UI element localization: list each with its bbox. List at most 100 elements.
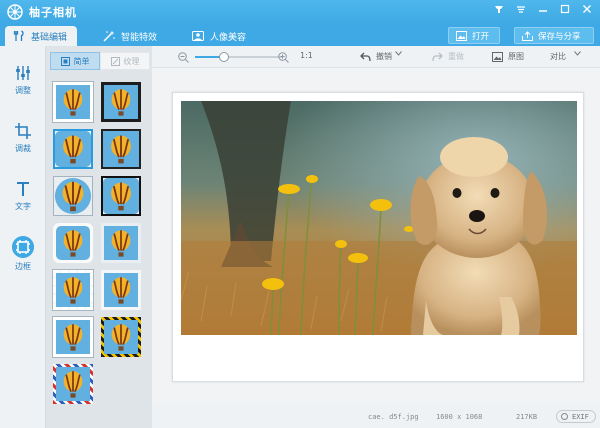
portrait-icon (192, 30, 204, 42)
frame-thumb-polaroid[interactable] (52, 316, 94, 358)
original-button[interactable]: 原图 (492, 51, 524, 62)
balloon-preview (54, 177, 92, 215)
chevron-down-icon (574, 51, 581, 56)
compare-button[interactable]: 对比 (550, 51, 566, 62)
save-share-icon (522, 30, 533, 41)
compare-label: 对比 (550, 52, 566, 61)
tab-portrait-beauty[interactable]: 人像美容 (192, 26, 246, 46)
edited-photo[interactable] (181, 101, 577, 335)
balloon-preview (104, 226, 138, 260)
compare-dropdown[interactable] (574, 51, 581, 56)
tab-label: 纹理 (123, 56, 140, 66)
tab-texture-frames[interactable]: 纹理 (100, 52, 150, 70)
zoom-out-icon[interactable] (178, 52, 189, 63)
status-filesize: 217KB (516, 413, 538, 421)
tab-label: 基础编辑 (31, 32, 68, 43)
open-button[interactable]: 打开 (448, 27, 500, 44)
tab-basic-edit[interactable]: 基础编辑 (5, 26, 78, 46)
crop-icon (15, 123, 31, 139)
status-dimensions: 1600 x 1068 (436, 413, 483, 421)
frame-texture-icon (110, 56, 120, 66)
menu-icon[interactable] (514, 2, 528, 16)
frame-thumb-vignette[interactable] (53, 176, 93, 216)
chevron-down-icon (395, 51, 402, 56)
frame-thumb-hazard-stripe[interactable] (101, 317, 141, 357)
frame-thumb-black[interactable] (101, 82, 141, 122)
balloon-preview (56, 367, 90, 401)
image-open-icon (456, 30, 467, 41)
status-filename: cae. d5f.jpg (368, 413, 419, 421)
undo-label: 撤销 (376, 52, 392, 61)
tab-label: 智能特效 (121, 32, 158, 43)
tool-label: 文字 (15, 202, 31, 211)
balloon-preview (56, 273, 90, 307)
frame-thumb-torn[interactable] (52, 269, 94, 311)
puppy-photo (181, 101, 577, 335)
info-icon (561, 413, 568, 420)
tool-frame[interactable]: 边框 (0, 236, 46, 272)
balloon-preview (56, 226, 90, 260)
balloon-preview (103, 131, 139, 167)
text-icon (17, 182, 29, 196)
frame-thumb-film[interactable] (101, 129, 141, 169)
tool-text[interactable]: 文字 (0, 180, 46, 212)
tab-bar: 基础编辑 智能特效 人像美容 打开 保存与分享 (0, 24, 600, 46)
tab-smart-effects[interactable]: 智能特效 (103, 26, 157, 46)
magic-wand-icon (103, 30, 115, 42)
save-share-label: 保存与分享 (538, 31, 581, 42)
balloon-preview (104, 273, 138, 307)
app-logo-icon (7, 4, 23, 20)
exif-button[interactable]: EXIF (556, 410, 596, 423)
balloon-preview (104, 320, 138, 354)
frame-thumb-sketch[interactable] (101, 270, 141, 310)
left-toolbar: 调整 调裁 文字 边框 (0, 46, 46, 428)
title-bar: 柚子相机 (0, 0, 600, 24)
undo-button[interactable]: 撤销 (360, 51, 392, 62)
canvas-workspace[interactable] (152, 68, 600, 404)
balloon-preview (56, 85, 90, 119)
undo-dropdown[interactable] (395, 51, 402, 56)
close-button[interactable] (580, 2, 594, 16)
tool-label: 调整 (15, 86, 31, 95)
undo-icon (360, 52, 371, 61)
frame-thumb-rounded[interactable] (53, 129, 93, 169)
tab-label: 简单 (73, 56, 90, 66)
skin-icon[interactable] (492, 2, 506, 16)
zoom-ratio[interactable]: 1:1 (300, 51, 313, 60)
balloon-preview (104, 85, 138, 119)
redo-button[interactable]: 重做 (432, 51, 464, 62)
sliders-icon (16, 66, 30, 80)
frame-thumb-dark-rounded[interactable] (101, 176, 141, 216)
save-share-button[interactable]: 保存与分享 (514, 27, 594, 44)
tool-label: 调裁 (15, 144, 31, 153)
app-title: 柚子相机 (29, 6, 77, 19)
zoom-slider[interactable] (195, 52, 282, 62)
frame-simple-icon (60, 56, 70, 66)
frame-thumb-light[interactable] (101, 223, 141, 263)
tool-crop[interactable]: 调裁 (0, 122, 46, 154)
polaroid-frame (172, 92, 584, 382)
status-bar: cae. d5f.jpg 1600 x 1068 217KB EXIF (152, 404, 600, 428)
minimize-button[interactable] (536, 2, 550, 16)
tool-adjust[interactable]: 调整 (0, 64, 46, 96)
canvas-toolbar: 1:1 撤销 重做 原图 对比 (152, 46, 600, 68)
tools-icon (13, 30, 24, 41)
redo-label: 重做 (448, 52, 464, 61)
balloon-preview (55, 131, 91, 167)
tool-label: 边框 (15, 262, 31, 271)
balloon-preview (103, 178, 139, 214)
zoom-in-icon[interactable] (278, 52, 289, 63)
open-label: 打开 (472, 31, 490, 42)
image-icon (492, 51, 503, 62)
tab-simple-frames[interactable]: 简单 (50, 52, 100, 70)
frame-thumb-soft-rounded[interactable] (53, 223, 93, 263)
frame-icon (12, 236, 34, 258)
frame-thumb-airmail[interactable] (53, 364, 93, 404)
balloon-preview (56, 320, 90, 354)
zoom-slider-handle[interactable] (219, 52, 229, 62)
frame-panel: 简单 纹理 (46, 46, 152, 428)
tab-label: 人像美容 (210, 32, 247, 43)
redo-icon (432, 52, 443, 61)
maximize-button[interactable] (558, 2, 572, 16)
frame-thumb-white[interactable] (52, 81, 94, 123)
